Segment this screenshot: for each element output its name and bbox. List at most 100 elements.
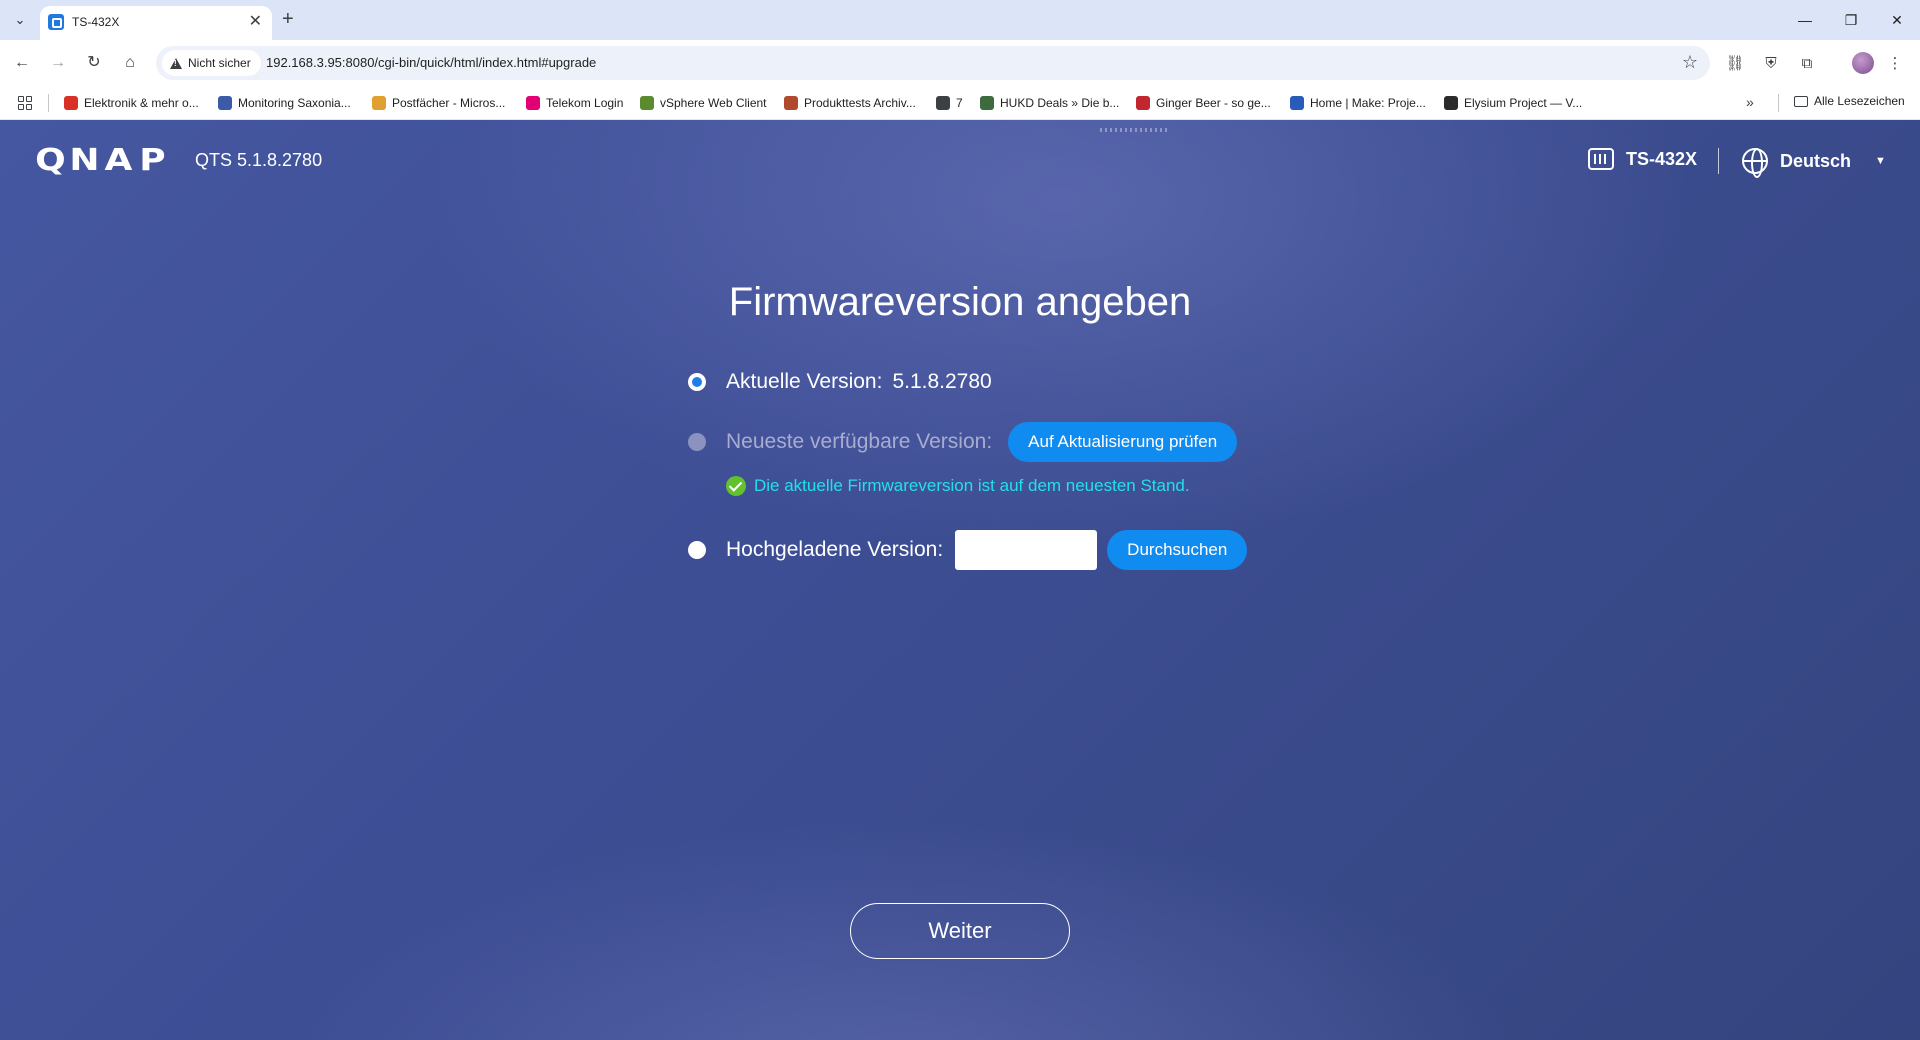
profile-avatar[interactable] bbox=[1852, 52, 1874, 74]
tab-title: TS-432X bbox=[72, 15, 120, 29]
next-button[interactable]: Weiter bbox=[850, 903, 1070, 959]
uploaded-version-radio[interactable] bbox=[688, 541, 706, 559]
new-tab-button[interactable]: + bbox=[282, 7, 294, 31]
bookmark-label: Home | Make: Proje... bbox=[1310, 96, 1426, 110]
bookmark-item[interactable]: Elysium Project — V... bbox=[1444, 94, 1582, 112]
current-version-label: Aktuelle Version: bbox=[726, 370, 883, 393]
device-name: TS-432X bbox=[1626, 148, 1698, 169]
bookmark-label: Monitoring Saxonia... bbox=[238, 96, 351, 110]
header-divider bbox=[1718, 148, 1719, 174]
bookmarks-divider bbox=[1778, 94, 1779, 112]
uploaded-version-row: Hochgeladene Version: Durchsuchen bbox=[688, 530, 1248, 570]
security-label: Nicht sicher bbox=[188, 56, 251, 70]
check-update-button[interactable]: Auf Aktualisierung prüfen bbox=[1008, 422, 1238, 462]
menu-dots-icon[interactable]: ⋮ bbox=[1884, 52, 1906, 74]
bookmark-favicon-icon bbox=[218, 96, 232, 110]
logo-letter: N bbox=[69, 143, 101, 178]
close-window-icon[interactable]: ✕ bbox=[1882, 8, 1912, 32]
bookmark-item[interactable]: Postfächer - Micros... bbox=[372, 94, 505, 112]
logo-letter: A bbox=[104, 143, 134, 178]
apps-grid-icon[interactable] bbox=[18, 96, 32, 110]
bookmark-favicon-icon bbox=[372, 96, 386, 110]
all-bookmarks-label: Alle Lesezeichen bbox=[1814, 94, 1905, 108]
current-version-row: Aktuelle Version: 5.1.8.2780 bbox=[688, 370, 992, 394]
back-icon[interactable]: ← bbox=[10, 51, 34, 75]
bookmark-item[interactable]: Ginger Beer - so ge... bbox=[1136, 94, 1271, 112]
home-icon[interactable]: ⌂ bbox=[118, 51, 142, 75]
latest-version-label: Neueste verfügbare Version: bbox=[726, 430, 993, 453]
extension-shield-icon[interactable]: ⛨ bbox=[1760, 52, 1782, 74]
latest-version-row: Neueste verfügbare Version: Auf Aktualis… bbox=[688, 422, 1238, 462]
tab-list-button[interactable]: ⌄ bbox=[8, 8, 32, 32]
address-bar[interactable]: Nicht sicher 192.168.3.95:8080/cgi-bin/q… bbox=[156, 46, 1710, 80]
status-message: Die aktuelle Firmwareversion ist auf dem… bbox=[754, 476, 1190, 495]
current-version-value: 5.1.8.2780 bbox=[892, 370, 992, 393]
bookmark-favicon-icon bbox=[980, 96, 994, 110]
warning-icon bbox=[170, 57, 182, 69]
drag-handle bbox=[1100, 128, 1170, 132]
chevron-down-icon: ▼ bbox=[1875, 155, 1886, 167]
bookmark-item[interactable]: Home | Make: Proje... bbox=[1290, 94, 1426, 112]
latest-version-radio[interactable] bbox=[688, 433, 706, 451]
bookmark-favicon-icon bbox=[1136, 96, 1150, 110]
bookmark-label: vSphere Web Client bbox=[660, 96, 767, 110]
bookmark-favicon-icon bbox=[784, 96, 798, 110]
bookmark-favicon-icon bbox=[1444, 96, 1458, 110]
bookmark-label: Elektronik & mehr o... bbox=[84, 96, 199, 110]
bookmark-favicon-icon bbox=[64, 96, 78, 110]
tab-active[interactable]: TS-432X ✕ bbox=[40, 6, 272, 40]
bookmark-item[interactable]: Produkttests Archiv... bbox=[784, 94, 916, 112]
qnap-favicon-icon bbox=[48, 14, 64, 30]
bookmarks-bar: Elektronik & mehr o... Monitoring Saxonia… bbox=[0, 86, 1920, 120]
bookmark-label: Ginger Beer - so ge... bbox=[1156, 96, 1271, 110]
more-bookmarks-icon[interactable]: » bbox=[1746, 94, 1754, 110]
globe-icon bbox=[1742, 148, 1768, 178]
nas-device-icon bbox=[1588, 148, 1614, 170]
check-circle-icon bbox=[726, 476, 746, 496]
logo-letter: P bbox=[139, 143, 167, 178]
device-info: TS-432X bbox=[1588, 148, 1697, 170]
bookmark-favicon-icon bbox=[936, 96, 950, 110]
bookmark-label: Elysium Project — V... bbox=[1464, 96, 1583, 110]
logo-letter: Q bbox=[35, 143, 67, 178]
qts-version: QTS 5.1.8.2780 bbox=[195, 150, 323, 170]
file-path-input[interactable] bbox=[955, 530, 1098, 570]
qnap-upgrade-page: Q N A P QTS 5.1.8.2780 TS-432X Deutsch ▼… bbox=[0, 120, 1920, 1040]
uploaded-version-label: Hochgeladene Version: bbox=[726, 538, 944, 561]
bookmark-label: 7 bbox=[956, 96, 963, 110]
language-label: Deutsch bbox=[1780, 150, 1852, 171]
language-selector[interactable]: Deutsch ▼ bbox=[1742, 148, 1886, 178]
security-chip[interactable]: Nicht sicher bbox=[162, 50, 261, 76]
bookmark-item[interactable]: Elektronik & mehr o... bbox=[64, 94, 199, 112]
bookmark-item[interactable]: Monitoring Saxonia... bbox=[218, 94, 351, 112]
tab-bar: ⌄ TS-432X ✕ + — ❐ ✕ bbox=[0, 0, 1920, 40]
bookmark-label: Produkttests Archiv... bbox=[804, 96, 916, 110]
restore-icon[interactable]: ❐ bbox=[1836, 8, 1866, 32]
browser-toolbar: ← → ↻ ⌂ Nicht sicher 192.168.3.95:8080/c… bbox=[0, 40, 1920, 86]
bookmark-label: Telekom Login bbox=[546, 96, 624, 110]
bookmark-label: Postfächer - Micros... bbox=[392, 96, 506, 110]
bookmark-star-icon[interactable]: ☆ bbox=[1682, 52, 1698, 73]
page-title: Firmwareversion angeben bbox=[728, 280, 1192, 324]
bookmark-item[interactable]: HUKD Deals » Die b... bbox=[980, 94, 1119, 112]
all-bookmarks-folder[interactable]: Alle Lesezeichen bbox=[1794, 94, 1905, 108]
bookmark-label: HUKD Deals » Die b... bbox=[1000, 96, 1120, 110]
extension-link-icon[interactable]: ⛓ bbox=[1724, 52, 1746, 74]
bookmark-favicon-icon bbox=[640, 96, 654, 110]
bookmark-item[interactable]: vSphere Web Client bbox=[640, 94, 767, 112]
forward-icon[interactable]: → bbox=[46, 51, 70, 75]
extensions-puzzle-icon[interactable]: ⧉ bbox=[1796, 52, 1818, 74]
folder-icon bbox=[1794, 95, 1808, 107]
bookmark-item[interactable]: Telekom Login bbox=[526, 94, 623, 112]
minimize-icon[interactable]: — bbox=[1790, 8, 1820, 32]
bookmark-favicon-icon bbox=[526, 96, 540, 110]
reload-icon[interactable]: ↻ bbox=[82, 51, 106, 75]
bookmark-item[interactable]: 7 bbox=[936, 94, 963, 112]
current-version-radio[interactable] bbox=[688, 373, 706, 391]
url-text[interactable]: 192.168.3.95:8080/cgi-bin/quick/html/ind… bbox=[266, 55, 596, 70]
bookmarks-divider bbox=[48, 94, 49, 112]
tab-close-icon[interactable]: ✕ bbox=[249, 13, 262, 31]
browse-button[interactable]: Durchsuchen bbox=[1107, 530, 1248, 570]
bookmark-favicon-icon bbox=[1290, 96, 1304, 110]
update-status: Die aktuelle Firmwareversion ist auf dem… bbox=[726, 476, 1190, 496]
